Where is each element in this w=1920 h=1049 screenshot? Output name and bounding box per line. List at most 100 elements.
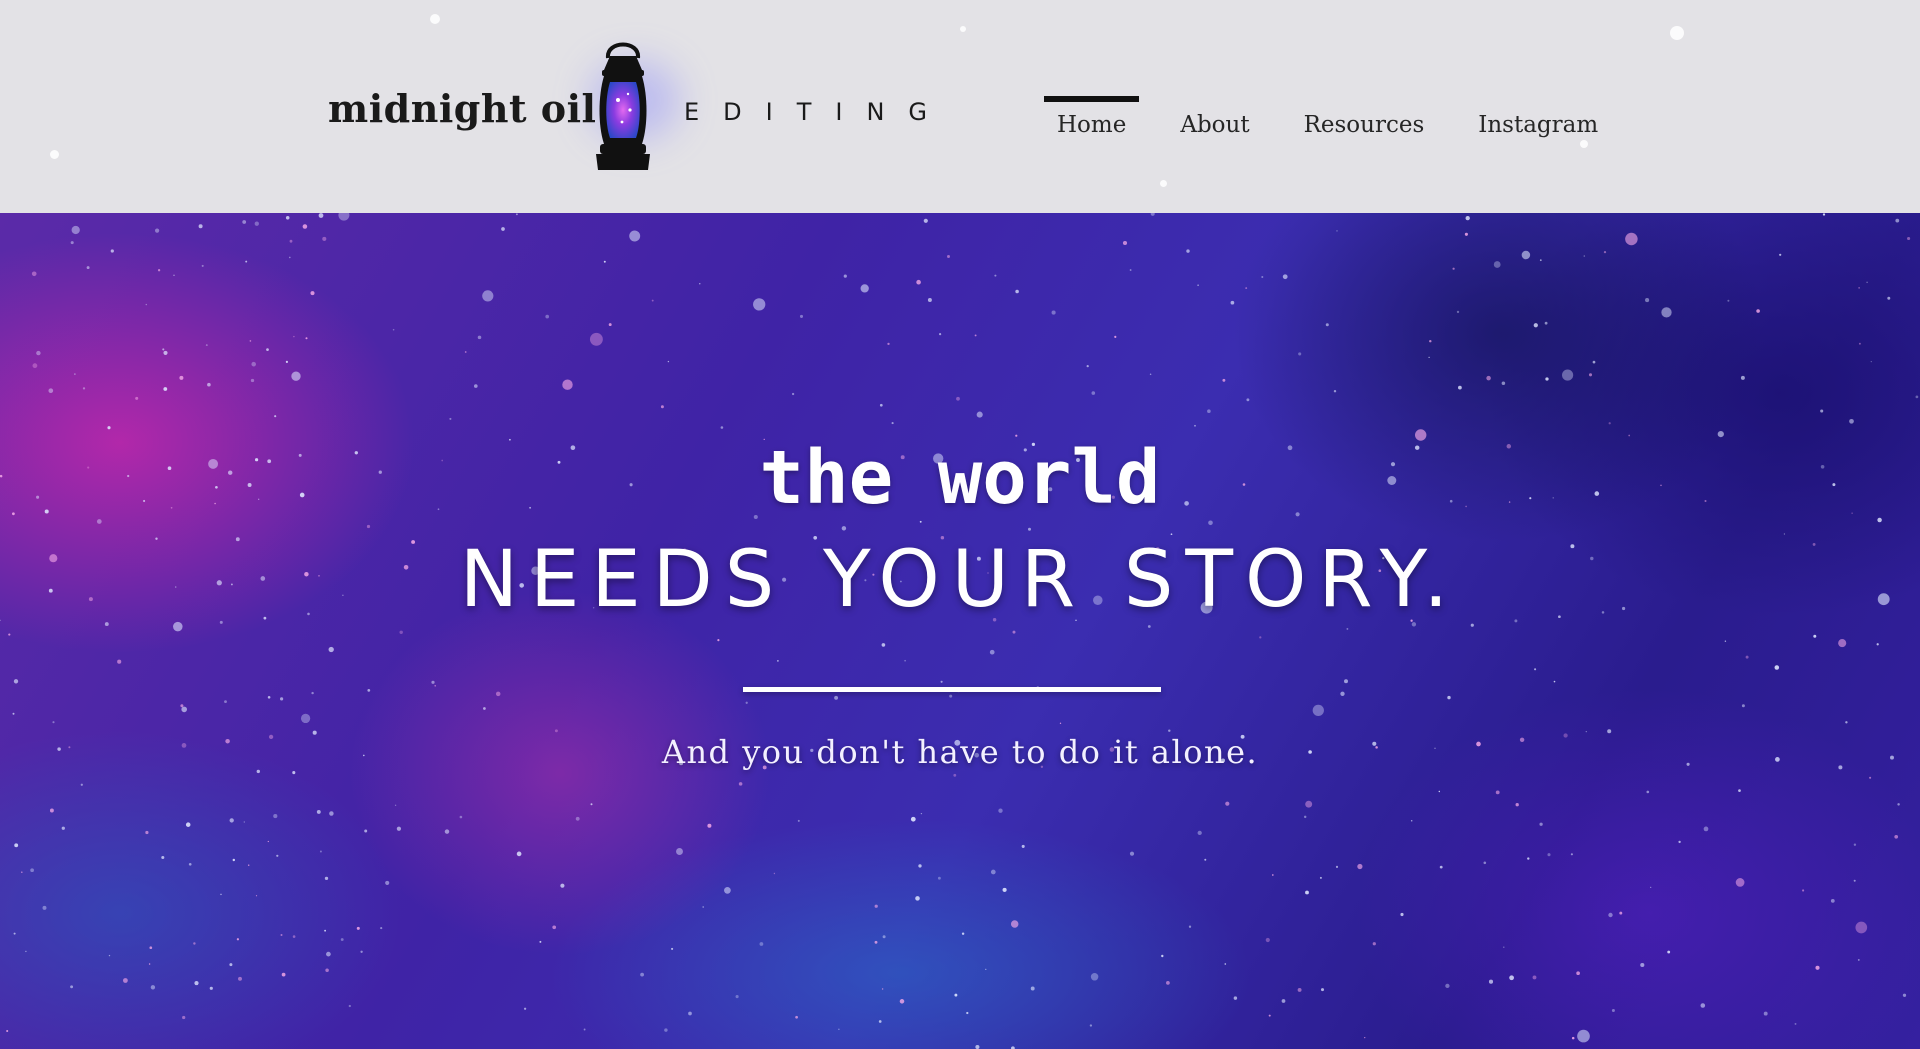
star-speck <box>36 350 41 356</box>
star-speck <box>1245 287 1248 290</box>
star-speck <box>927 298 932 302</box>
star-speck <box>1539 822 1543 826</box>
star-speck <box>1745 655 1749 659</box>
star-speck <box>501 227 505 231</box>
star-speck <box>1763 1011 1768 1016</box>
star-speck <box>21 871 23 873</box>
star-speck <box>1876 643 1879 646</box>
nav-item-about[interactable]: About <box>1153 96 1276 138</box>
star-speck <box>651 299 654 302</box>
star-speck <box>12 712 15 715</box>
star-speck <box>990 869 996 875</box>
star-speck <box>1344 679 1348 684</box>
star-speck <box>1794 1022 1797 1025</box>
star-speck <box>61 826 65 830</box>
star-speck <box>1576 971 1580 976</box>
star-speck <box>1869 776 1872 779</box>
star-speck <box>1464 232 1468 236</box>
star-speck <box>1012 630 1016 634</box>
star-speck <box>640 972 644 977</box>
star-speck <box>707 823 712 828</box>
star-speck <box>583 1028 586 1031</box>
star-speck <box>1456 310 1460 314</box>
nav-item-home[interactable]: Home <box>1030 96 1153 138</box>
star-speck <box>229 963 233 967</box>
star-speck <box>545 314 550 319</box>
star-speck <box>1298 352 1302 356</box>
star-speck <box>1895 218 1900 223</box>
star-speck <box>1724 640 1727 642</box>
star-speck <box>919 520 922 523</box>
star-speck <box>1312 704 1324 717</box>
star-speck <box>8 633 11 636</box>
star-speck <box>220 893 222 896</box>
star-speck <box>1640 962 1645 968</box>
star-speck <box>310 291 315 296</box>
star-speck <box>1650 886 1652 889</box>
star-speck <box>123 978 128 983</box>
nav-item-instagram[interactable]: Instagram <box>1451 96 1625 138</box>
star-speck <box>444 829 450 834</box>
star-speck <box>874 904 878 908</box>
star-speck <box>13 932 16 935</box>
star-speck <box>1857 958 1860 961</box>
star-speck <box>1188 925 1192 928</box>
star-speck <box>161 855 165 860</box>
star-speck <box>1168 729 1171 732</box>
star-speck <box>915 896 920 901</box>
star-speck <box>629 230 641 242</box>
star-speck <box>1346 627 1349 630</box>
star-speck <box>1501 381 1506 386</box>
star-speck <box>145 303 147 306</box>
star-speck <box>108 954 111 957</box>
star-speck <box>267 696 271 699</box>
star-speck <box>949 694 953 698</box>
star-speck <box>1204 858 1207 861</box>
star-speck <box>735 995 739 999</box>
star-speck <box>1779 253 1782 256</box>
star-speck <box>30 868 34 873</box>
star-speck <box>1486 375 1491 381</box>
star-speck <box>891 422 894 425</box>
star-speck <box>431 680 435 684</box>
star-speck <box>1015 289 1019 294</box>
star-speck <box>1646 790 1650 794</box>
lantern-icon[interactable] <box>588 36 658 174</box>
star-speck <box>292 935 296 938</box>
star-speck <box>759 942 764 946</box>
star-speck <box>49 808 54 813</box>
star-speck <box>182 1015 186 1020</box>
star-speck <box>1340 691 1345 696</box>
star-speck <box>562 379 573 390</box>
star-speck <box>795 1015 798 1019</box>
star-speck <box>1208 520 1213 526</box>
brand-name[interactable]: midnight oil <box>328 86 596 131</box>
star-speck <box>1325 323 1329 327</box>
star-speck <box>699 283 701 285</box>
star-speck <box>975 1044 980 1049</box>
star-speck <box>1667 950 1671 954</box>
star-speck <box>989 649 995 655</box>
star-speck <box>1532 975 1537 980</box>
star-speck <box>1488 979 1494 984</box>
star-speck <box>878 1020 882 1023</box>
star-speck <box>1902 993 1907 997</box>
star-speck <box>324 929 326 932</box>
star-speck <box>300 713 311 724</box>
star-speck <box>1086 364 1089 368</box>
star-speck <box>664 1028 668 1032</box>
star-speck <box>181 706 188 713</box>
star-speck <box>1458 385 1462 390</box>
star-speck <box>994 274 997 277</box>
star-speck <box>1858 287 1860 289</box>
star-speck <box>1319 876 1322 879</box>
star-speck <box>724 887 731 894</box>
star-speck <box>515 213 518 216</box>
star-speck <box>1547 853 1551 857</box>
star-speck <box>954 993 958 997</box>
star-speck <box>392 328 395 331</box>
hero-heading-line1: the world <box>759 435 1161 521</box>
nav-item-resources[interactable]: Resources <box>1277 96 1452 138</box>
brand-tagline[interactable]: EDITING <box>684 98 951 126</box>
star-speck <box>1335 865 1339 868</box>
